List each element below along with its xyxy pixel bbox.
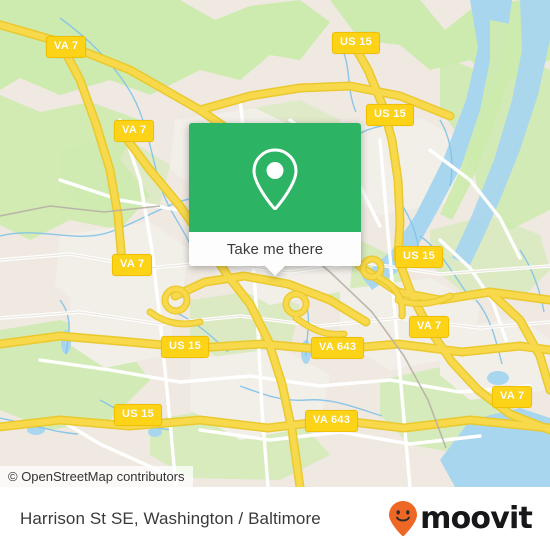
popup-tail-pointer [264,265,286,276]
take-me-there-label: Take me there [226,240,324,258]
road-shield: US 15 [366,104,415,126]
location-popup-card[interactable]: Take me there [189,123,361,276]
road-shield: VA 7 [492,386,533,408]
moovit-logo[interactable]: moovit [388,500,533,538]
road-shield: US 15 [161,336,210,358]
road-shield: VA 7 [46,36,87,58]
map-screen: VA 7 US 15 US 15 VA 7 US 15 VA 7 VA 7 US… [0,0,550,550]
map-pin-icon [252,147,298,210]
popup-action[interactable]: Take me there [189,232,361,276]
road-shield: US 15 [395,246,444,268]
location-title: Harrison St SE, Washington / Baltimore [20,508,321,528]
map-attribution[interactable]: © OpenStreetMap contributors [0,466,193,487]
road-shield: VA 643 [305,410,359,432]
moovit-smiley-pin-icon [389,500,418,536]
road-shield: VA 643 [311,337,365,359]
attribution-text: © OpenStreetMap contributors [8,469,185,484]
footer-bar: Harrison St SE, Washington / Baltimore m… [0,487,550,550]
road-shield: US 15 [114,404,163,426]
road-shield: VA 7 [114,120,155,142]
popup-header [189,123,361,232]
map-canvas[interactable]: VA 7 US 15 US 15 VA 7 US 15 VA 7 VA 7 US… [0,0,550,487]
road-shield: VA 7 [409,316,450,338]
road-shield: US 15 [332,32,381,54]
moovit-wordmark: moovit [420,500,533,536]
road-shield: VA 7 [112,254,153,276]
